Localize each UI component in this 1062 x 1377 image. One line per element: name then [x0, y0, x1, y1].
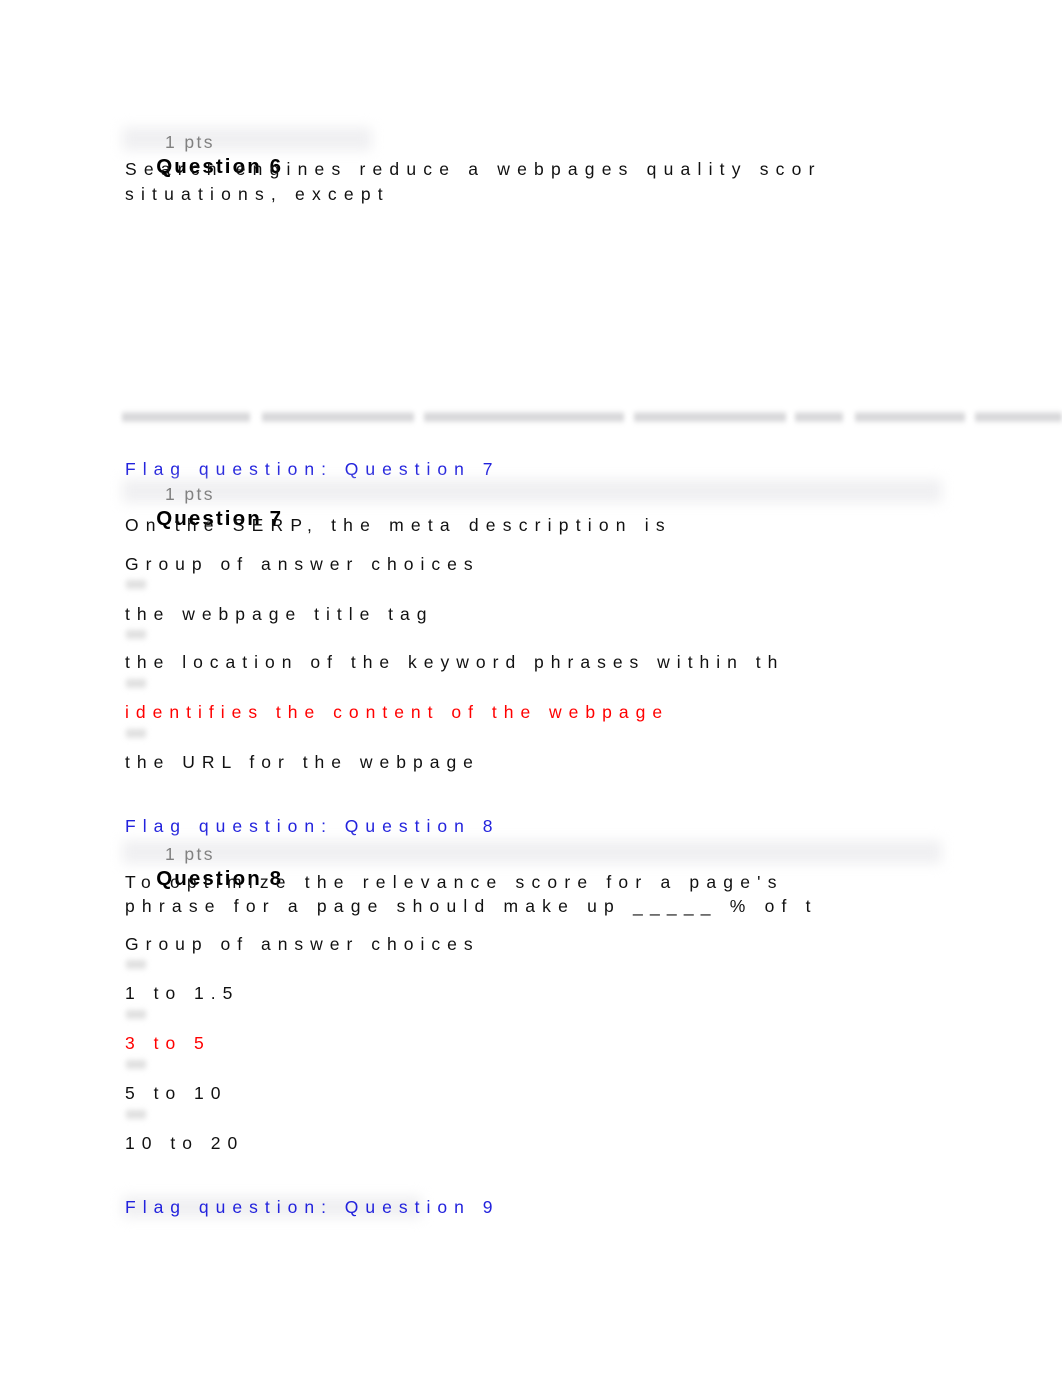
answer-choice-q8-2[interactable]: 3 to 5	[125, 1031, 211, 1056]
question-points-q6: 1 pts	[165, 132, 215, 152]
group-of-answer-choices-label-q8: Group of answer choices	[125, 934, 480, 954]
answer-choice-q8-1[interactable]: 1 to 1.5	[125, 981, 239, 1006]
question-heading-q8: Question 8 1 pts	[125, 840, 283, 890]
redacted-band-5	[795, 410, 843, 424]
answer-choice-q7-3[interactable]: identifies the content of the webpage	[125, 700, 669, 725]
radio-button-q7-choice-2[interactable]	[126, 628, 146, 641]
redacted-band-6	[855, 410, 965, 424]
flag-question-link-q9[interactable]: Flag question: Question 9	[125, 1195, 499, 1220]
answer-choice-q8-3[interactable]: 5 to 10	[125, 1081, 228, 1106]
question-prompt-q8-line1: To optimize the relevance score for a pa…	[125, 872, 784, 892]
answer-choice-q7-4[interactable]: the URL for the webpage	[125, 750, 480, 775]
question-points-q8: 1 pts	[165, 844, 215, 864]
question-prompt-q6-line2: situations, except	[125, 184, 390, 204]
radio-button-q8-choice-1[interactable]	[126, 958, 146, 971]
radio-button-q8-choice-4[interactable]	[126, 1108, 146, 1121]
answer-choice-q7-1[interactable]: the webpage title tag	[125, 602, 434, 627]
redacted-band-2	[262, 410, 414, 424]
redacted-band-4	[634, 410, 786, 424]
radio-button-q7-choice-4[interactable]	[126, 727, 146, 740]
question-prompt-q6-line1: Search engines reduce a webpages quality…	[125, 159, 822, 179]
question-prompt-q7-line1: On the SERP, the meta description is	[125, 515, 672, 535]
radio-button-q8-choice-2[interactable]	[126, 1008, 146, 1021]
flag-question-link-q8[interactable]: Flag question: Question 8	[125, 814, 499, 839]
quiz-page: Question 6 1 pts Search engines reduce a…	[0, 0, 1062, 1377]
question-heading-q7: Question 7 1 pts	[125, 480, 283, 530]
question-points-q7: 1 pts	[165, 484, 215, 504]
question-prompt-q8-line2: phrase for a page should make up _____ %…	[125, 896, 818, 916]
answer-choice-q8-4[interactable]: 10 to 20	[125, 1131, 244, 1156]
radio-button-q7-choice-1[interactable]	[126, 578, 146, 591]
redacted-band-7	[975, 410, 1062, 424]
redacted-band-3	[424, 410, 624, 424]
answer-choice-q7-2[interactable]: the location of the keyword phrases with…	[125, 650, 784, 675]
radio-button-q8-choice-3[interactable]	[126, 1058, 146, 1071]
question-heading-q6: Question 6 1 pts	[125, 128, 283, 178]
redacted-band-1	[122, 410, 250, 424]
group-of-answer-choices-label-q7: Group of answer choices	[125, 554, 480, 574]
radio-button-q7-choice-3[interactable]	[126, 677, 146, 690]
